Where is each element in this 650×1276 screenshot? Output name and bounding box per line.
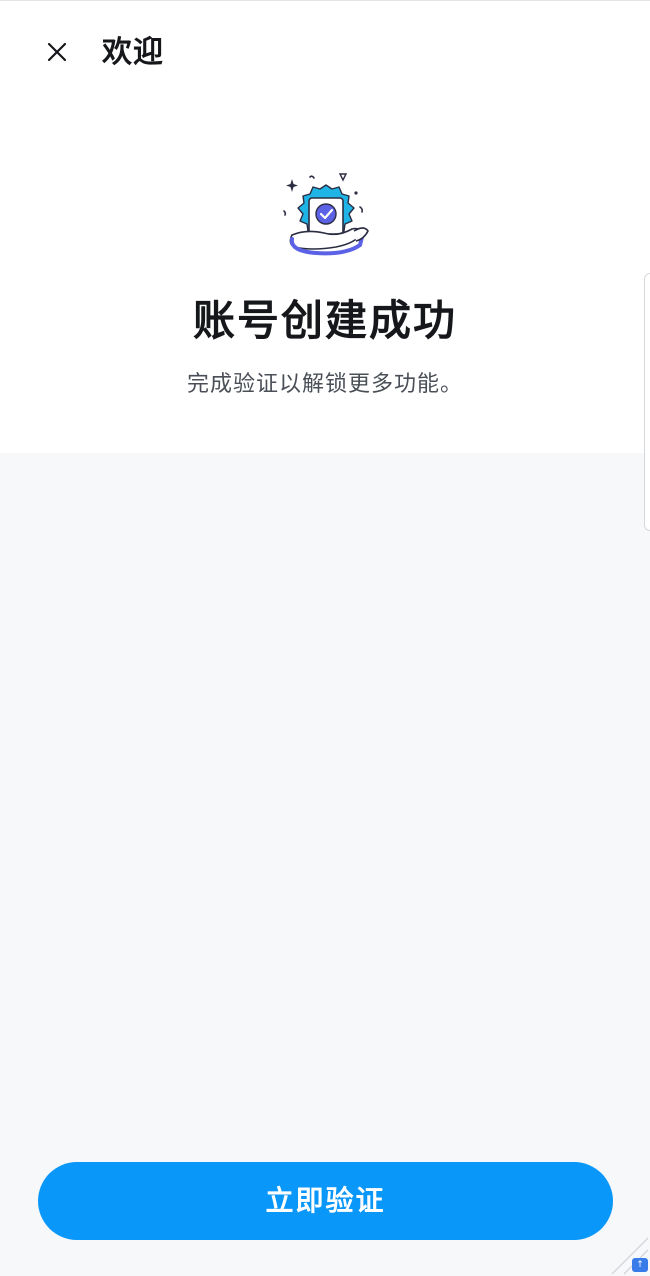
success-headline: 账号创建成功 [192, 296, 457, 345]
close-icon [47, 42, 67, 62]
upload-folder-icon[interactable]: ↑ [632, 1258, 648, 1272]
success-panel: 欢迎 账号创建成功 完成验证以解锁更多功能。 [0, 1, 650, 453]
edge-panel-handle[interactable] [644, 273, 650, 531]
verify-now-button[interactable]: 立即验证 [38, 1162, 613, 1240]
welcome-screen: 欢迎 账号创建成功 完成验证以解锁更多功能。 立即验证 ↑ [0, 0, 650, 1276]
header-bar: 欢迎 [0, 1, 650, 105]
verified-badge-hand-icon [283, 173, 369, 256]
success-subtext: 完成验证以解锁更多功能。 [186, 372, 463, 397]
page-title: 欢迎 [102, 35, 164, 70]
close-button[interactable] [36, 31, 78, 73]
